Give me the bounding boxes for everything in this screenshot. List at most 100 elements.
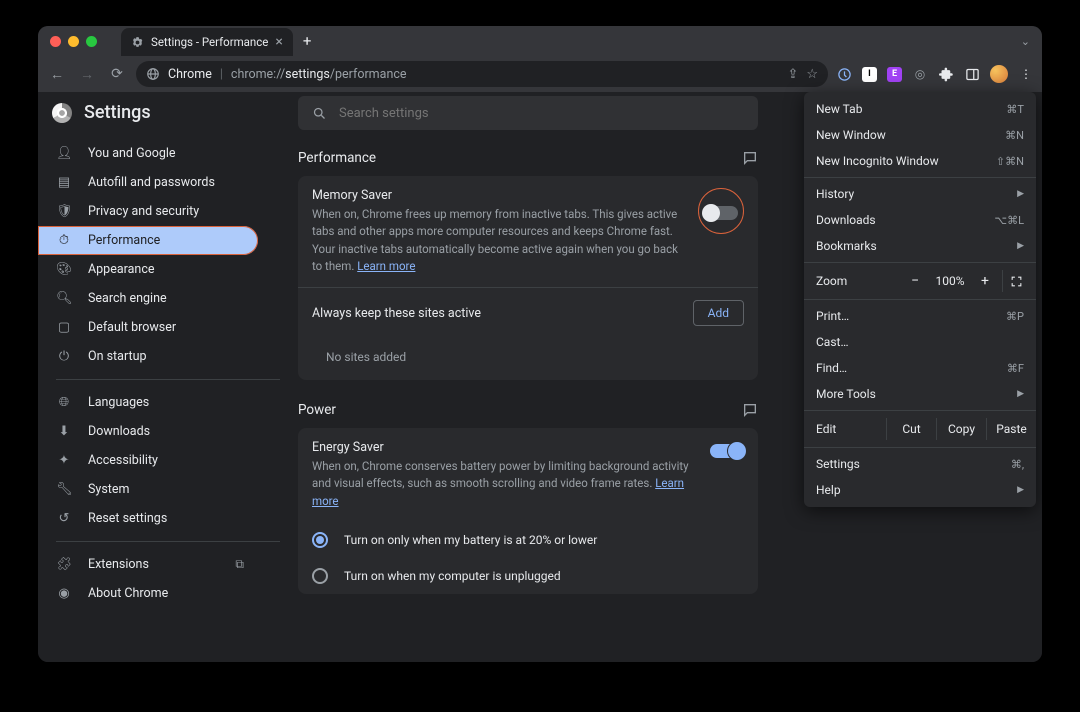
radio-selected-icon (312, 532, 328, 548)
sidepanel-button[interactable] (964, 66, 980, 82)
sidebar-item-about[interactable]: ◉About Chrome (38, 579, 258, 608)
sidebar-item-privacy[interactable]: 🛡︎Privacy and security (38, 197, 258, 226)
sidebar-item-default-browser[interactable]: ▢Default browser (38, 313, 258, 342)
menu-settings[interactable]: Settings⌘, (804, 451, 1036, 477)
memory-saver-toggle[interactable] (704, 206, 738, 220)
sidebar: Settings 👤︎You and Google ▤Autofill and … (38, 92, 298, 662)
chrome-menu-button[interactable]: ⋮ (1018, 66, 1034, 82)
sidebar-item-appearance[interactable]: 🎨︎Appearance (38, 255, 258, 284)
maximize-window-button[interactable] (86, 36, 97, 47)
toolbar: ← → ⟳ Chrome | chrome://settings/perform… (38, 56, 1042, 92)
window-controls (50, 36, 97, 47)
sidebar-header: Settings (38, 96, 298, 137)
extension-icon-2[interactable]: I (862, 67, 877, 82)
back-button[interactable]: ← (46, 66, 68, 83)
sidebar-item-search-engine[interactable]: 🔍︎Search engine (38, 284, 258, 313)
menu-print[interactable]: Print…⌘P (804, 303, 1036, 329)
chrome-logo-icon (52, 103, 72, 123)
feedback-button-2[interactable] (742, 402, 758, 418)
extension-icon-1[interactable] (836, 66, 852, 82)
sidebar-nav: 👤︎You and Google ▤Autofill and passwords… (38, 137, 298, 610)
close-window-button[interactable] (50, 36, 61, 47)
titlebar: Settings - Performance × + ⌄ (38, 26, 1042, 56)
omnibox[interactable]: Chrome | chrome://settings/performance ⇪… (136, 61, 828, 87)
energy-saver-desc: When on, Chrome conserves battery power … (312, 458, 696, 510)
zoom-in-button[interactable]: + (972, 270, 998, 292)
extension-icon-4[interactable]: ◎ (912, 66, 928, 82)
menu-zoom: Zoom − 100% + (804, 266, 1036, 296)
always-keep-label: Always keep these sites active (312, 306, 679, 321)
person-icon: 👤︎ (56, 146, 72, 161)
menu-cast[interactable]: Cast… (804, 329, 1036, 355)
sidebar-item-you-google[interactable]: 👤︎You and Google (38, 139, 258, 168)
performance-header: Performance (298, 150, 758, 166)
power-header: Power (298, 402, 758, 418)
energy-radio-2[interactable]: Turn on when my computer is unplugged (298, 558, 758, 594)
menu-edit: Edit Cut Copy Paste (804, 414, 1036, 444)
browser-icon: ▢ (56, 320, 72, 335)
sidebar-item-extensions[interactable]: 🧩︎Extensions⧉ (38, 550, 258, 579)
extensions-button[interactable] (938, 66, 954, 82)
tab-close-button[interactable]: × (275, 34, 282, 50)
shield-icon: 🛡︎ (56, 204, 72, 219)
new-tab-button[interactable]: + (303, 32, 312, 50)
settings-search-input[interactable] (339, 106, 744, 121)
globe-icon: 🌐︎ (56, 395, 72, 410)
puzzle-icon: 🧩︎ (56, 557, 72, 572)
fullscreen-button[interactable] (1002, 270, 1030, 292)
settings-title: Settings (84, 102, 151, 123)
browser-tab[interactable]: Settings - Performance × (121, 28, 293, 56)
paint-icon: 🎨︎ (56, 262, 72, 277)
energy-radio-1[interactable]: Turn on only when my battery is at 20% o… (298, 522, 758, 558)
energy-saver-toggle[interactable] (710, 444, 744, 458)
bookmark-icon[interactable]: ☆ (806, 67, 818, 82)
share-icon[interactable]: ⇪ (787, 67, 798, 82)
minimize-window-button[interactable] (68, 36, 79, 47)
menu-cut[interactable]: Cut (886, 418, 936, 440)
add-site-button[interactable]: Add (693, 300, 744, 326)
extension-icons: I E ◎ ⋮ (836, 65, 1034, 83)
settings-search[interactable] (298, 96, 758, 130)
menu-paste[interactable]: Paste (986, 418, 1036, 440)
energy-saver-title: Energy Saver (312, 440, 696, 455)
sidebar-item-performance[interactable]: ⏱︎Performance (38, 226, 258, 255)
sidebar-item-startup[interactable]: ⏻On startup (38, 342, 258, 371)
memory-saver-desc: When on, Chrome frees up memory from ina… (312, 206, 684, 275)
menu-more-tools[interactable]: More Tools▶ (804, 381, 1036, 407)
sidebar-item-downloads[interactable]: ⬇︎Downloads (38, 417, 258, 446)
memory-saver-card: Memory Saver When on, Chrome frees up me… (298, 176, 758, 380)
memory-saver-learn-more[interactable]: Learn more (357, 259, 415, 273)
menu-new-tab[interactable]: New Tab⌘T (804, 96, 1036, 122)
external-link-icon: ⧉ (235, 557, 244, 572)
profile-avatar[interactable] (990, 65, 1008, 83)
tab-search-button[interactable]: ⌄ (1021, 35, 1030, 48)
chrome-menu: New Tab⌘T New Window⌘N New Incognito Win… (804, 92, 1036, 507)
feedback-button[interactable] (742, 150, 758, 166)
autofill-icon: ▤ (56, 175, 72, 190)
menu-help[interactable]: Help▶ (804, 477, 1036, 503)
speedometer-icon: ⏱︎ (56, 233, 72, 248)
menu-downloads[interactable]: Downloads⌥⌘L (804, 207, 1036, 233)
menu-copy[interactable]: Copy (936, 418, 986, 440)
menu-history[interactable]: History▶ (804, 181, 1036, 207)
sidebar-item-autofill[interactable]: ▤Autofill and passwords (38, 168, 258, 197)
sidebar-item-languages[interactable]: 🌐︎Languages (38, 388, 258, 417)
reload-button[interactable]: ⟳ (106, 66, 128, 82)
menu-bookmarks[interactable]: Bookmarks▶ (804, 233, 1036, 259)
reset-icon: ↺ (56, 511, 72, 526)
radio-unselected-icon (312, 568, 328, 584)
menu-find[interactable]: Find…⌘F (804, 355, 1036, 381)
site-icon (146, 67, 160, 81)
extension-icon-3[interactable]: E (887, 67, 902, 82)
sidebar-item-system[interactable]: 🔧︎System (38, 475, 258, 504)
zoom-out-button[interactable]: − (902, 270, 928, 292)
no-sites-text: No sites added (298, 338, 758, 380)
menu-new-window[interactable]: New Window⌘N (804, 122, 1036, 148)
memory-saver-title: Memory Saver (312, 188, 684, 203)
sidebar-item-reset[interactable]: ↺Reset settings (38, 504, 258, 533)
forward-button[interactable]: → (76, 66, 98, 83)
search-icon: 🔍︎ (56, 291, 72, 306)
menu-new-incognito[interactable]: New Incognito Window⇧⌘N (804, 148, 1036, 174)
omnibox-chip: Chrome (168, 67, 212, 82)
sidebar-item-accessibility[interactable]: ✦Accessibility (38, 446, 258, 475)
